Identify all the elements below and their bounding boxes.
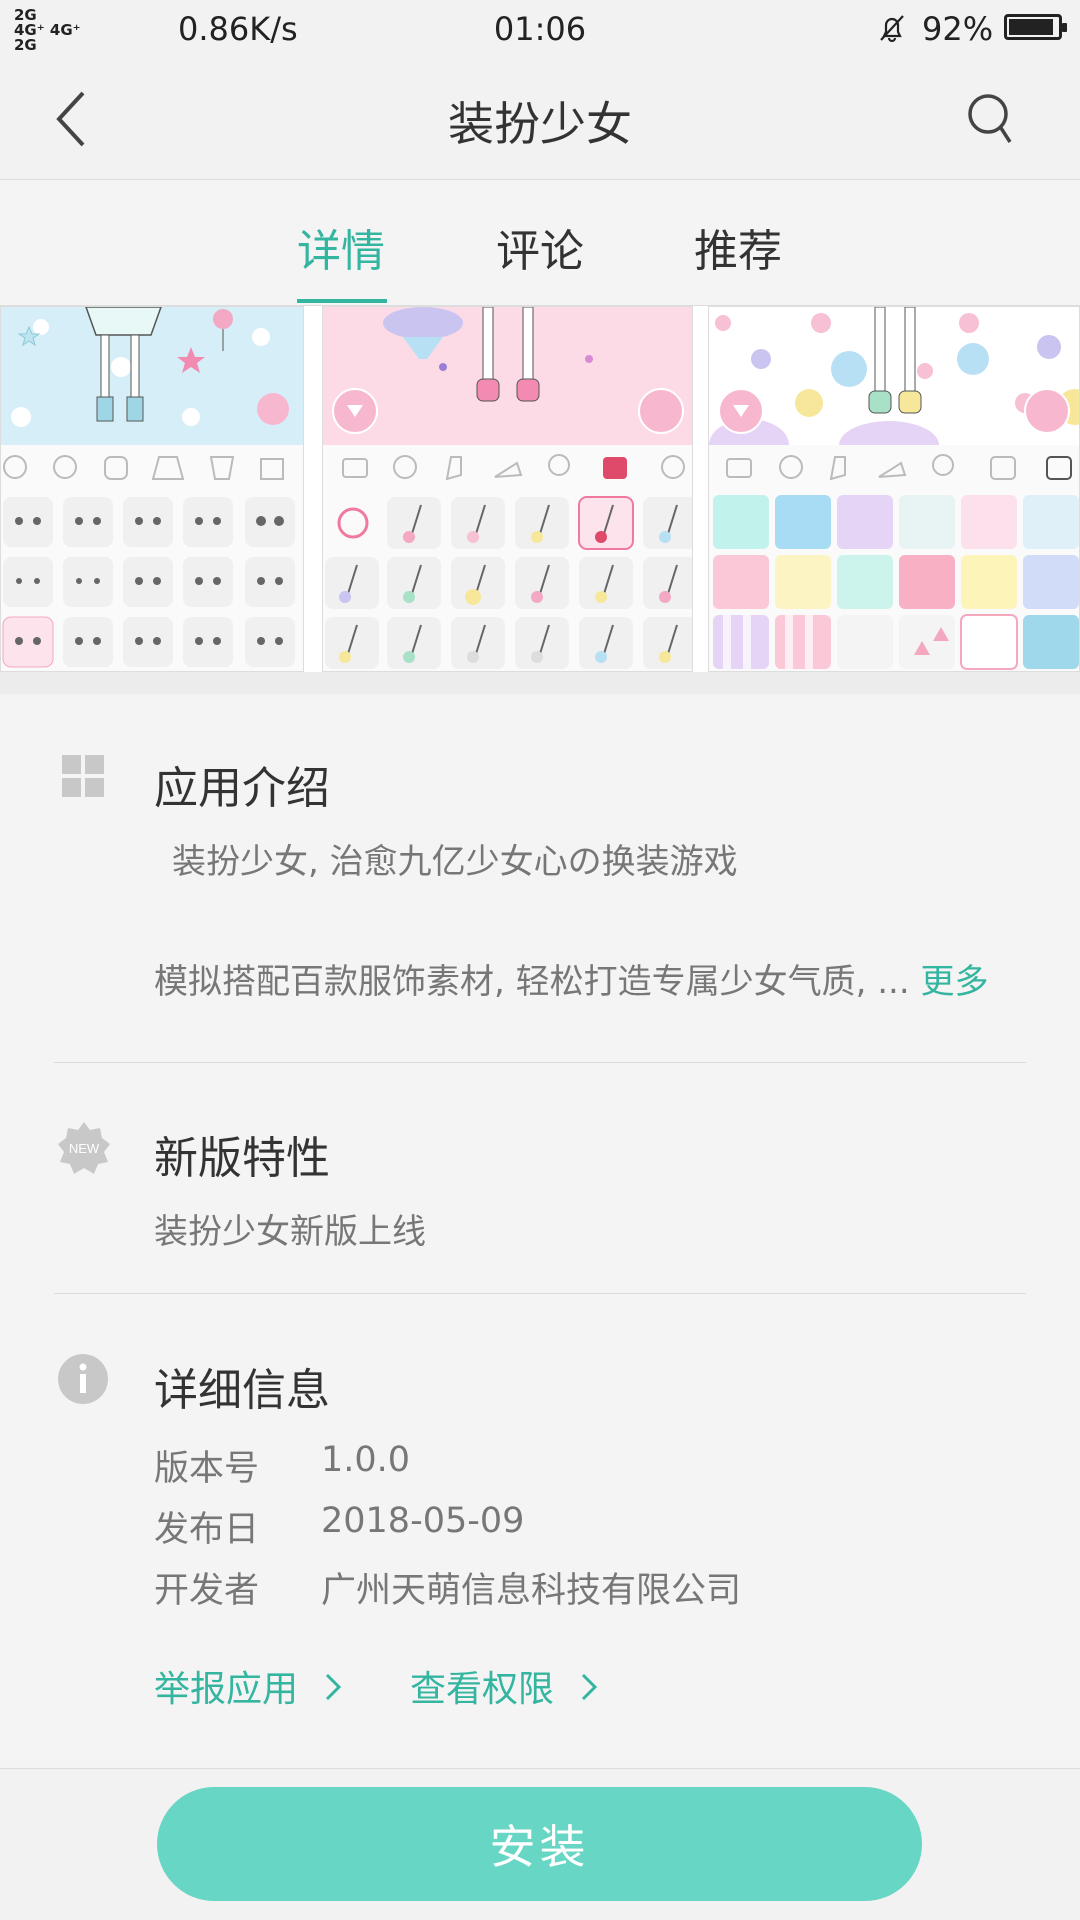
gallery-divider	[0, 672, 1080, 694]
version-value: 1.0.0	[321, 1440, 411, 1480]
face-grid-image	[2, 455, 295, 668]
chevron-right-icon	[326, 1673, 342, 1701]
new-badge-label: NEW	[69, 1141, 100, 1156]
battery-icon	[1004, 14, 1067, 40]
intro-title: 应用介绍	[154, 763, 330, 814]
character-legs-image	[709, 307, 1079, 445]
clock: 01:06	[493, 10, 587, 48]
grid-icon	[62, 755, 104, 801]
character-legs-image	[11, 307, 289, 427]
pattern-grid-image	[713, 454, 1079, 670]
screenshot-2[interactable]	[322, 306, 693, 672]
tab-indicator	[297, 299, 387, 303]
intro-line-2-text: 模拟搭配百款服饰素材, 轻松打造专属少女气质, ...	[154, 962, 910, 1002]
search-button[interactable]	[958, 86, 1024, 152]
view-permissions-label: 查看权限	[410, 1669, 555, 1710]
character-legs-image	[332, 307, 684, 434]
screenshot-gallery[interactable]	[0, 305, 1080, 693]
page-title: 装扮少女	[448, 97, 632, 151]
tab-comments[interactable]: 评论	[496, 215, 584, 279]
new-features-title: 新版特性	[154, 1133, 330, 1184]
more-link[interactable]: 更多	[920, 962, 988, 1002]
info-icon	[58, 1354, 108, 1408]
developer-label: 开发者	[154, 1571, 260, 1611]
developer-value: 广州天萌信息科技有限公司	[321, 1571, 742, 1611]
bottom-bar: 安装	[0, 1768, 1080, 1920]
release-date-label: 发布日	[154, 1510, 260, 1550]
tool-grid-image	[325, 454, 692, 669]
report-app-label: 举报应用	[154, 1669, 299, 1710]
new-badge-icon: NEW	[56, 1120, 112, 1180]
intro-line-2: 模拟搭配百款服饰素材, 轻松打造专属少女气质, ... 更多	[154, 954, 988, 1003]
tab-details[interactable]: 详情	[297, 215, 385, 279]
screenshot-1[interactable]	[0, 306, 304, 672]
install-button[interactable]: 安装	[157, 1787, 922, 1901]
new-features-text: 装扮少女新版上线	[154, 1212, 426, 1252]
release-date-value: 2018-05-09	[321, 1501, 525, 1541]
view-permissions-link[interactable]: 查看权限	[410, 1660, 599, 1712]
battery-percent: 92%	[922, 10, 994, 48]
status-bar: 2G 4G⁺ 4G⁺ 2G 0.86K/s 01:06 92%	[0, 0, 1080, 58]
report-app-link[interactable]: 举报应用	[154, 1660, 343, 1712]
version-label: 版本号	[154, 1449, 260, 1489]
bell-muted-icon	[876, 12, 908, 48]
search-icon	[968, 94, 1012, 143]
tab-bar: 详情 评论 推荐	[0, 181, 1080, 305]
intro-line-1: 装扮少女, 治愈九亿少女心の换装游戏	[172, 842, 738, 882]
screenshot-3[interactable]	[708, 306, 1080, 672]
divider	[54, 1062, 1026, 1063]
tab-recommend[interactable]: 推荐	[694, 215, 782, 279]
details-title: 详细信息	[154, 1365, 330, 1416]
chevron-right-icon	[582, 1673, 598, 1701]
title-bar: 装扮少女	[0, 58, 1080, 180]
divider	[54, 1293, 1026, 1294]
